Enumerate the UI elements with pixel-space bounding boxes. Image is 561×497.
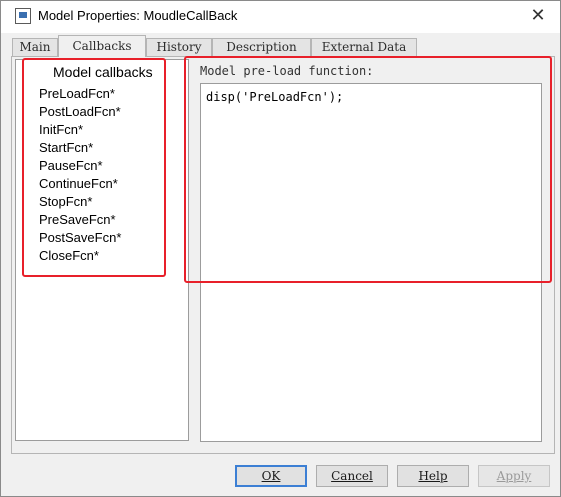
close-icon[interactable]: ✕ [526, 4, 550, 28]
tab-external-data[interactable]: External Data [311, 38, 417, 56]
callback-item-initfcn[interactable]: InitFcn* [39, 121, 121, 139]
simulink-model-icon [15, 8, 31, 24]
callback-item-startfcn[interactable]: StartFcn* [39, 139, 121, 157]
tab-main[interactable]: Main [12, 38, 58, 56]
tab-description[interactable]: Description [212, 38, 311, 56]
title-bar: Model Properties: MoudleCallBack ✕ [1, 1, 560, 33]
cancel-button[interactable]: Cancel [316, 465, 388, 487]
model-block-icon [19, 12, 27, 18]
function-editor-label: Model pre-load function: [200, 64, 374, 78]
apply-button[interactable]: Apply [478, 465, 550, 487]
callback-item-closefcn[interactable]: CloseFcn* [39, 247, 121, 265]
callback-item-postsavefcn[interactable]: PostSaveFcn* [39, 229, 121, 247]
help-button[interactable]: Help [397, 465, 469, 487]
callback-item-postloadfcn[interactable]: PostLoadFcn* [39, 103, 121, 121]
callback-item-preloadfcn[interactable]: PreLoadFcn* [39, 85, 121, 103]
callback-item-continuefcn[interactable]: ContinueFcn* [39, 175, 121, 193]
callbacks-list-title: Model callbacks [53, 64, 153, 80]
function-code-text[interactable]: disp('PreLoadFcn'); [206, 90, 343, 104]
tab-callbacks[interactable]: Callbacks [58, 35, 146, 57]
function-code-editor[interactable] [200, 83, 542, 442]
callback-item-presavefcn[interactable]: PreSaveFcn* [39, 211, 121, 229]
model-properties-dialog: Model Properties: MoudleCallBack ✕ Main … [0, 0, 561, 497]
window-title: Model Properties: MoudleCallBack [38, 8, 238, 23]
callback-item-stopfcn[interactable]: StopFcn* [39, 193, 121, 211]
ok-button[interactable]: OK [235, 465, 307, 487]
tab-history[interactable]: History [146, 38, 212, 56]
callbacks-list: PreLoadFcn* PostLoadFcn* InitFcn* StartF… [39, 85, 121, 265]
callback-item-pausefcn[interactable]: PauseFcn* [39, 157, 121, 175]
